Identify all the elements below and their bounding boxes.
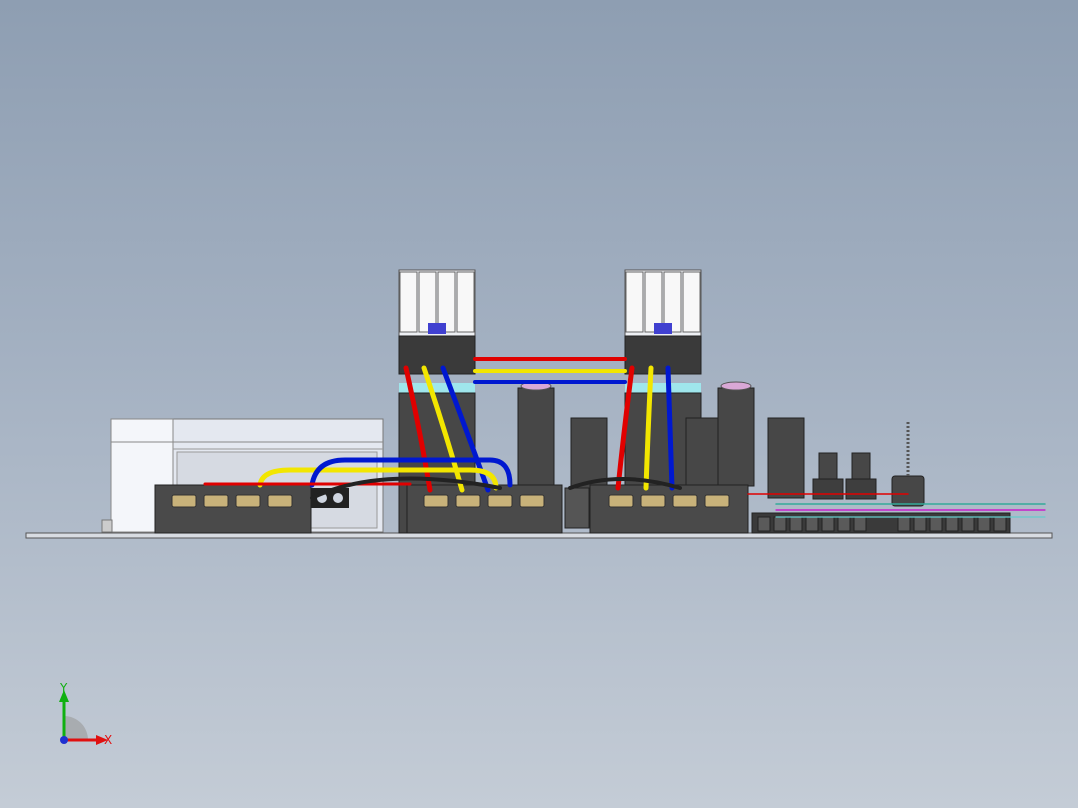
coordinate-triad-icon: Y X (59, 681, 112, 747)
terminal-strip (751, 512, 1011, 534)
push-button-2 (845, 452, 877, 500)
y-axis-label: Y (59, 681, 68, 695)
terminal-block-right (589, 484, 749, 534)
relay-5 (767, 417, 805, 499)
cad-viewport[interactable]: Y X (0, 0, 1078, 808)
push-button-1 (812, 452, 844, 500)
connector-small (564, 487, 590, 529)
base-plate (25, 532, 1053, 539)
x-axis-label: X (104, 733, 112, 747)
relay-3 (570, 417, 608, 489)
relay-4 (685, 417, 719, 489)
assembly-model[interactable] (0, 0, 1078, 808)
relay-2 (717, 381, 755, 487)
relay-1 (517, 381, 555, 487)
